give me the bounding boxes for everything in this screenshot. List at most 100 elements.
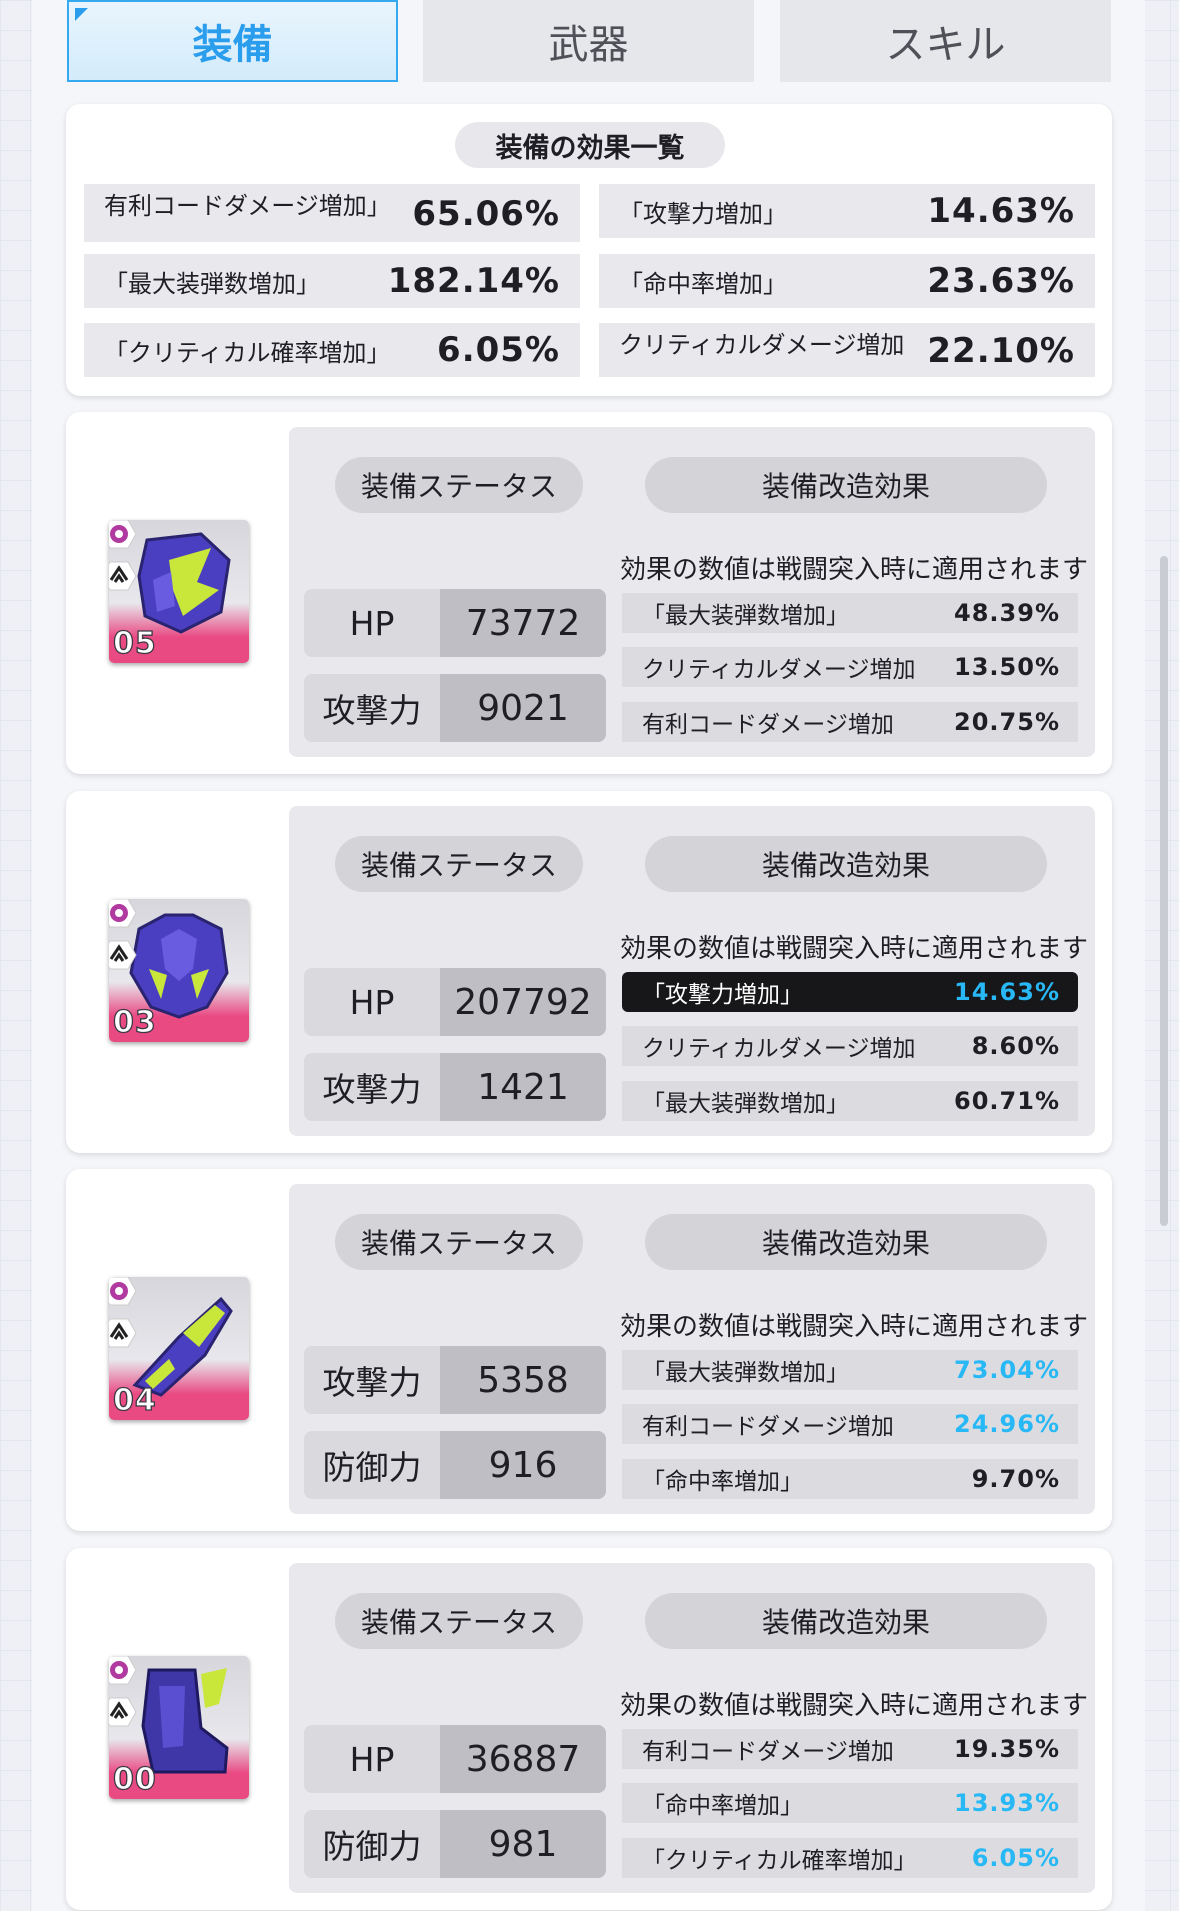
mod-value: 6.05%: [971, 1844, 1060, 1872]
tab-weapon[interactable]: 武器: [423, 0, 754, 82]
rarity-hex-icon: [109, 1277, 137, 1307]
equipment-mod-label: 装備改造効果: [645, 836, 1047, 892]
mod-label: 「最大装弾数増加」: [642, 1360, 849, 1386]
mod-value: 13.50%: [954, 653, 1060, 681]
equipment-details: 装備ステータス 装備改造効果 効果の数値は戦闘突入時に適用されます 攻撃力 53…: [289, 1184, 1095, 1514]
equipment-card-leg: 00 装備ステータス 装備改造効果 効果の数値は戦闘突入時に適用されます HP …: [66, 1548, 1112, 1910]
tab-skill[interactable]: スキル: [780, 0, 1111, 82]
class-hex-icon: [109, 1317, 137, 1349]
equipment-status-label: 装備ステータス: [335, 457, 583, 513]
mod-row: 有利コードダメージ増加 19.35%: [622, 1729, 1078, 1769]
stat-name: 攻撃力: [304, 1053, 440, 1121]
summary-value: 22.10%: [927, 331, 1075, 371]
equipment-status-label: 装備ステータス: [335, 1214, 583, 1270]
summary-value: 23.63%: [927, 261, 1075, 301]
equipment-mod-label: 装備改造効果: [645, 457, 1047, 513]
rarity-hex-icon: [109, 1656, 137, 1686]
stat-value: 916: [440, 1431, 606, 1499]
stat-name: HP: [304, 1725, 440, 1793]
equipment-level: 05: [112, 625, 157, 661]
summary-row: 「命中率増加」 23.63%: [599, 254, 1095, 308]
mod-value: 8.60%: [971, 1032, 1060, 1060]
stat-value: 5358: [440, 1346, 606, 1414]
mod-row-highlighted: 「攻撃力増加」 14.63%: [622, 972, 1078, 1012]
rarity-hex-icon: [109, 520, 137, 550]
mod-value: 60.71%: [954, 1087, 1060, 1115]
mod-label: 「最大装弾数増加」: [642, 603, 849, 629]
mod-value: 9.70%: [971, 1465, 1060, 1493]
mod-row: 「命中率増加」 13.93%: [622, 1783, 1078, 1823]
mod-row: 「最大装弾数増加」 73.04%: [622, 1350, 1078, 1390]
stat-row: HP 207792: [304, 968, 606, 1036]
mod-value: 73.04%: [954, 1356, 1060, 1384]
chest-armor-icon[interactable]: 03: [109, 899, 249, 1042]
summary-label: 「最大装弾数増加」: [104, 269, 320, 298]
summary-label: 「攻撃力増加」: [619, 199, 787, 228]
arm-armor-icon[interactable]: 04: [109, 1277, 249, 1420]
summary-label: クリティカルダメージ増加: [619, 331, 905, 359]
mod-note: 効果の数値は戦闘突入時に適用されます: [620, 1691, 1089, 1721]
summary-label: 「命中率増加」: [619, 269, 787, 298]
class-hex-icon: [109, 560, 137, 592]
equipment-card-torso: 03 装備ステータス 装備改造効果 効果の数値は戦闘突入時に適用されます HP …: [66, 791, 1112, 1153]
mod-row: 有利コードダメージ増加 20.75%: [622, 702, 1078, 742]
mod-row: 「クリティカル確率増加」 6.05%: [622, 1838, 1078, 1878]
stat-name: 攻撃力: [304, 674, 440, 742]
stat-row: 攻撃力 1421: [304, 1053, 606, 1121]
stat-row: HP 36887: [304, 1725, 606, 1793]
summary-value: 14.63%: [927, 191, 1075, 231]
mod-value: 48.39%: [954, 599, 1060, 627]
stat-row: 攻撃力 5358: [304, 1346, 606, 1414]
helmet-armor-icon[interactable]: 05: [109, 520, 249, 663]
summary-row: クリティカルダメージ増加 22.10%: [599, 323, 1095, 377]
mod-note: 効果の数値は戦闘突入時に適用されます: [620, 555, 1089, 585]
effects-summary-card: 装備の効果一覧 有利コードダメージ増加」 65.06% 「攻撃力増加」 14.6…: [66, 104, 1112, 396]
stat-name: 防御力: [304, 1810, 440, 1878]
stat-value: 73772: [440, 589, 606, 657]
mod-value: 13.93%: [954, 1789, 1060, 1817]
equipment-card-arm: 04 装備ステータス 装備改造効果 効果の数値は戦闘突入時に適用されます 攻撃力…: [66, 1169, 1112, 1531]
equipment-level: 04: [112, 1382, 157, 1418]
mod-row: 「命中率増加」 9.70%: [622, 1459, 1078, 1499]
mod-note: 効果の数値は戦闘突入時に適用されます: [620, 1312, 1089, 1342]
rarity-hex-icon: [109, 899, 137, 929]
stat-row: HP 73772: [304, 589, 606, 657]
summary-row: 「最大装弾数増加」 182.14%: [84, 254, 580, 308]
stat-value: 207792: [440, 968, 606, 1036]
stat-name: 攻撃力: [304, 1346, 440, 1414]
equipment-level: 00: [112, 1761, 157, 1797]
equipment-details: 装備ステータス 装備改造効果 効果の数値は戦闘突入時に適用されます HP 207…: [289, 806, 1095, 1136]
stat-name: HP: [304, 968, 440, 1036]
stat-value: 1421: [440, 1053, 606, 1121]
mod-label: クリティカルダメージ増加: [642, 657, 916, 683]
scrollbar[interactable]: [1160, 556, 1168, 1226]
mod-value: 24.96%: [954, 1410, 1060, 1438]
equipment-details: 装備ステータス 装備改造効果 効果の数値は戦闘突入時に適用されます HP 368…: [289, 1563, 1095, 1893]
stat-row: 攻撃力 9021: [304, 674, 606, 742]
stat-value: 36887: [440, 1725, 606, 1793]
summary-row: 有利コードダメージ増加」 65.06%: [84, 184, 580, 242]
class-hex-icon: [109, 1696, 137, 1728]
mod-label: クリティカルダメージ増加: [642, 1036, 916, 1062]
mod-row: 「最大装弾数増加」 48.39%: [622, 593, 1078, 633]
equipment-card-head: 05 装備ステータス 装備改造効果 効果の数値は戦闘突入時に適用されます HP …: [66, 412, 1112, 774]
mod-label: 「命中率増加」: [642, 1793, 803, 1819]
summary-row: 「クリティカル確率増加」 6.05%: [84, 323, 580, 377]
summary-label: 有利コードダメージ増加」: [104, 192, 391, 220]
equipment-mod-label: 装備改造効果: [645, 1214, 1047, 1270]
summary-value: 6.05%: [437, 330, 560, 370]
mod-row: クリティカルダメージ増加 13.50%: [622, 647, 1078, 687]
summary-value: 182.14%: [387, 261, 560, 301]
mod-label: 有利コードダメージ増加: [642, 1414, 894, 1440]
stat-row: 防御力 981: [304, 1810, 606, 1878]
tab-equipment[interactable]: 装備: [67, 0, 398, 82]
equipment-mod-label: 装備改造効果: [645, 1593, 1047, 1649]
mod-value: 19.35%: [954, 1735, 1060, 1763]
summary-value: 65.06%: [412, 194, 560, 234]
equipment-level: 03: [112, 1004, 157, 1040]
mod-label: 「攻撃力増加」: [642, 982, 803, 1008]
leg-armor-icon[interactable]: 00: [109, 1656, 249, 1799]
stat-name: HP: [304, 589, 440, 657]
mod-label: 「クリティカル確率増加」: [642, 1848, 917, 1874]
mod-row: 「最大装弾数増加」 60.71%: [622, 1081, 1078, 1121]
